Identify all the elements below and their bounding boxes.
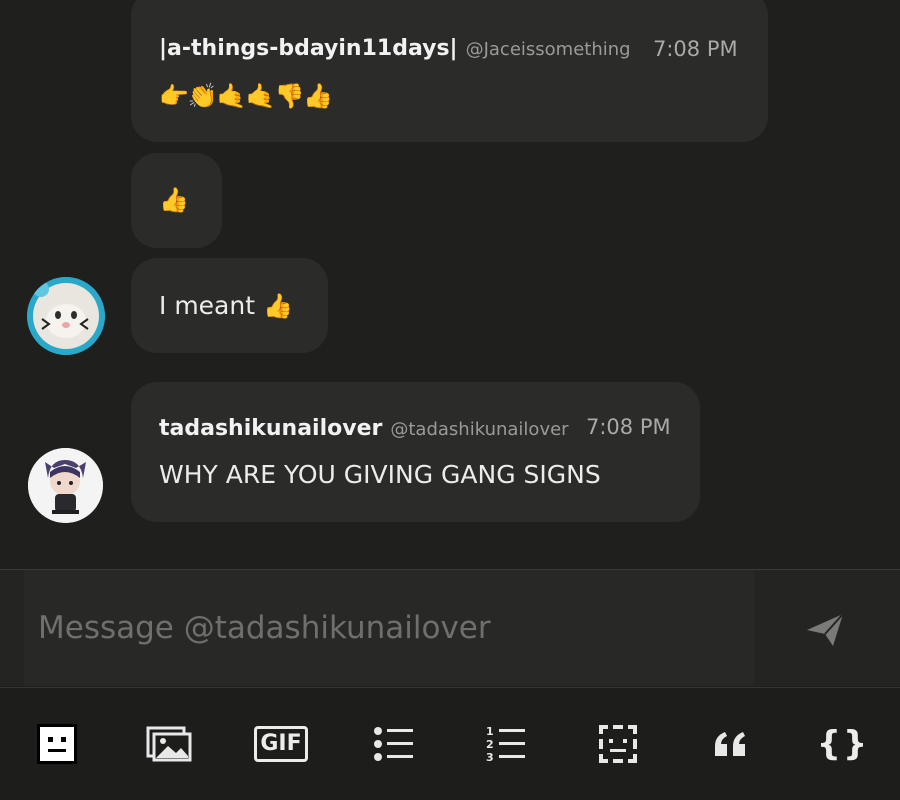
bullet-list-button[interactable] bbox=[370, 722, 418, 766]
code-button[interactable]: {} bbox=[816, 722, 870, 766]
avatar[interactable] bbox=[28, 448, 103, 523]
image-icon bbox=[146, 726, 192, 762]
message-header: |a-things-bdayin11days| @Jaceissomething bbox=[159, 36, 631, 61]
message-handle: @Jaceissomething bbox=[465, 39, 631, 60]
numbered-list-button[interactable]: 1 2 3 bbox=[482, 722, 530, 766]
svg-text:3: 3 bbox=[486, 751, 494, 764]
send-icon bbox=[807, 613, 844, 646]
gif-icon: GIF bbox=[254, 726, 308, 762]
emoji-button[interactable] bbox=[33, 722, 81, 766]
numbered-list-icon: 1 2 3 bbox=[486, 725, 525, 764]
avatar[interactable] bbox=[27, 277, 105, 355]
spoiler-icon bbox=[599, 725, 637, 763]
message-text: WHY ARE YOU GIVING GANG SIGNS bbox=[159, 460, 601, 489]
quote-icon bbox=[715, 732, 745, 756]
message-bubble[interactable]: |a-things-bdayin11days| @Jaceissomething … bbox=[131, 0, 768, 142]
message-text: 👉👏🤙🤙👎👍 bbox=[159, 82, 333, 110]
face-icon bbox=[37, 724, 77, 764]
message-handle: @tadashikunailover bbox=[390, 419, 569, 440]
message-header: tadashikunailover @tadashikunailover bbox=[159, 416, 569, 441]
spoiler-button[interactable] bbox=[594, 722, 642, 766]
gif-button[interactable]: GIF bbox=[254, 722, 308, 766]
message-input[interactable] bbox=[24, 570, 754, 686]
composer bbox=[0, 570, 900, 686]
formatting-toolbar: GIF 1 2 3 {} bbox=[0, 687, 900, 800]
message-emoji: 👍 bbox=[262, 292, 293, 320]
svg-text:1: 1 bbox=[486, 725, 494, 738]
message-text: I meant 👍 bbox=[159, 291, 293, 320]
bullet-list-icon bbox=[374, 727, 413, 761]
message-text: 👍 bbox=[159, 186, 189, 214]
svg-text:2: 2 bbox=[486, 738, 494, 751]
message-username[interactable]: tadashikunailover bbox=[159, 416, 382, 441]
message-bubble[interactable]: tadashikunailover @tadashikunailover 7:08… bbox=[131, 382, 700, 522]
message-username[interactable]: |a-things-bdayin11days| bbox=[159, 36, 458, 61]
message-bubble[interactable]: I meant 👍 bbox=[131, 258, 328, 353]
image-button[interactable] bbox=[145, 722, 193, 766]
message-list[interactable]: |a-things-bdayin11days| @Jaceissomething … bbox=[0, 0, 900, 569]
quote-button[interactable] bbox=[707, 722, 755, 766]
code-icon: {} bbox=[816, 724, 870, 764]
message-timestamp: 7:08 PM bbox=[653, 37, 738, 61]
send-button[interactable] bbox=[803, 610, 847, 650]
message-timestamp: 7:08 PM bbox=[586, 415, 671, 439]
message-bubble[interactable]: 👍 bbox=[131, 153, 222, 248]
